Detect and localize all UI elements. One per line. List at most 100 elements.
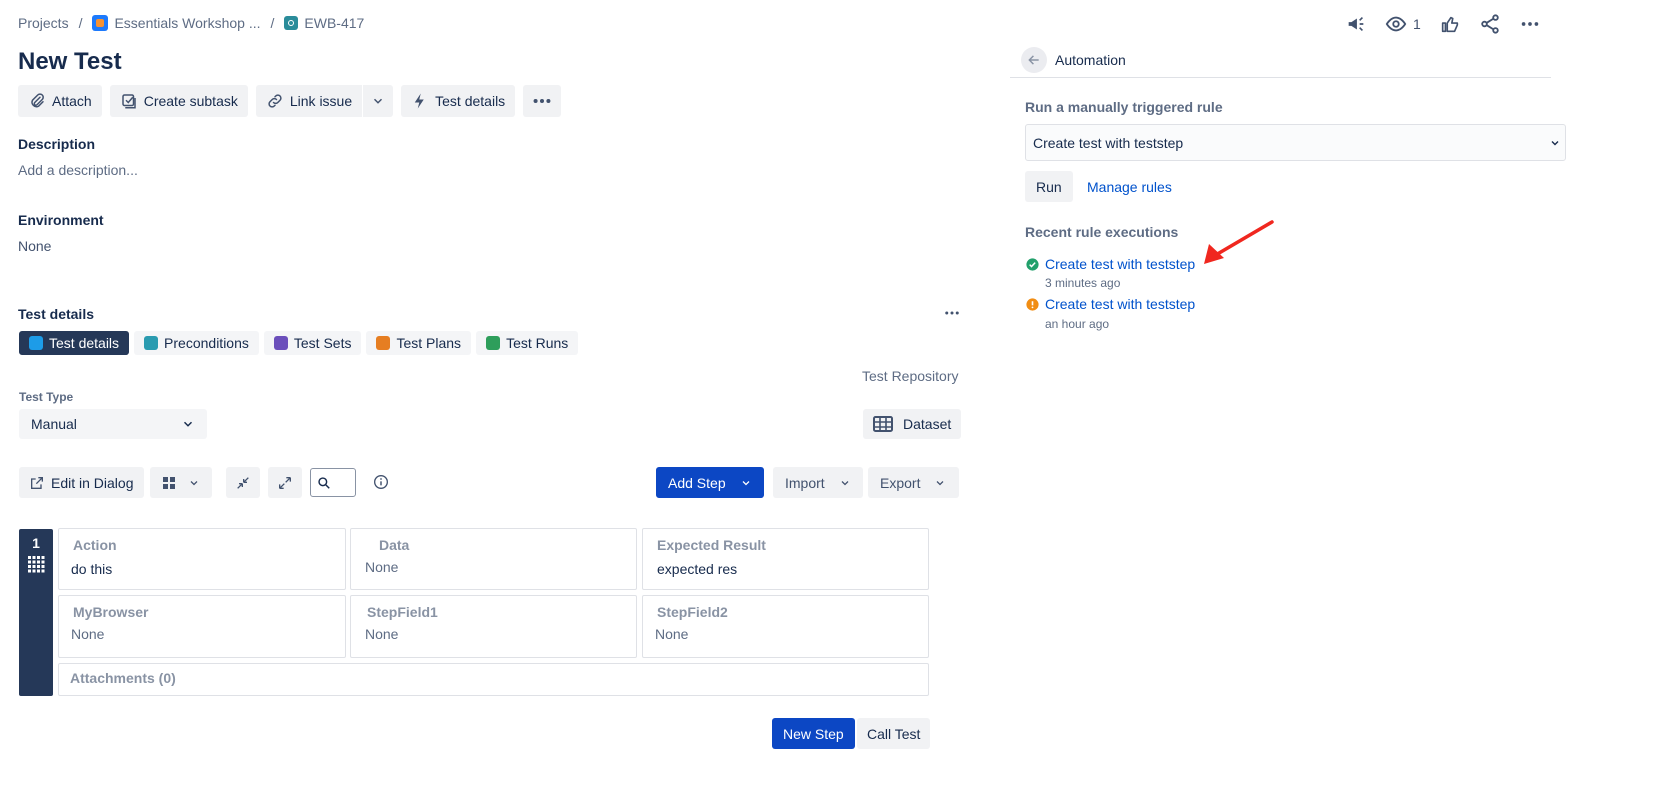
create-subtask-button[interactable]: Create subtask bbox=[109, 85, 248, 117]
description-field[interactable]: Add a description... bbox=[18, 162, 138, 178]
step-data-cell[interactable]: Data None bbox=[350, 528, 637, 590]
tab-test-sets[interactable]: Test Sets bbox=[263, 331, 362, 355]
tab-test-plans[interactable]: Test Plans bbox=[366, 331, 472, 355]
mybrowser-value: None bbox=[71, 626, 105, 642]
grid-icon bbox=[163, 476, 175, 489]
step-drag-handle[interactable]: 1 bbox=[19, 529, 53, 696]
execution-link[interactable]: Create test with teststep bbox=[1045, 256, 1195, 272]
more-icon bbox=[533, 98, 551, 104]
tab-label: Preconditions bbox=[164, 335, 249, 351]
test-type-label: Test Type bbox=[19, 390, 74, 404]
environment-value[interactable]: None bbox=[18, 238, 51, 254]
chevron-down-icon bbox=[937, 480, 944, 485]
stepfield1-value: None bbox=[365, 626, 399, 642]
automation-title: Automation bbox=[1055, 52, 1126, 68]
expected-label: Expected Result bbox=[657, 537, 766, 553]
tab-preconditions[interactable]: Preconditions bbox=[134, 331, 259, 355]
breadcrumb-project[interactable]: Essentials Workshop ... bbox=[92, 15, 261, 31]
collapse-icon bbox=[237, 476, 249, 489]
action-value: do this bbox=[71, 561, 113, 577]
step-mybrowser-cell[interactable]: MyBrowser None bbox=[58, 595, 346, 658]
execution-time: 3 minutes ago bbox=[1045, 276, 1121, 290]
export-label: Export bbox=[880, 474, 921, 491]
link-issue-dropdown[interactable] bbox=[363, 85, 394, 117]
recent-executions-label: Recent rule executions bbox=[1025, 224, 1179, 240]
run-rule-button[interactable]: Run bbox=[1025, 171, 1073, 202]
test-details-button[interactable]: Test details bbox=[401, 85, 516, 117]
call-test-button[interactable]: Call Test bbox=[857, 718, 931, 749]
external-link-icon bbox=[31, 476, 43, 489]
step-stepfield1-cell[interactable]: StepField1 None bbox=[350, 595, 637, 658]
step-action-cell[interactable]: Action do this bbox=[58, 528, 346, 590]
rule-select-value: Create test with teststep bbox=[1033, 134, 1184, 151]
warning-status-icon bbox=[1026, 298, 1039, 311]
chevron-down-icon bbox=[841, 480, 849, 485]
step-stepfield2-cell[interactable]: StepField2 None bbox=[642, 595, 929, 658]
eye-icon bbox=[1385, 16, 1407, 32]
search-icon bbox=[318, 476, 330, 489]
project-icon bbox=[92, 15, 109, 31]
breadcrumb-project-label: Essentials Workshop ... bbox=[114, 15, 261, 31]
import-label: Import bbox=[785, 474, 825, 491]
preconditions-tab-icon bbox=[144, 336, 159, 350]
call-test-label: Call Test bbox=[867, 725, 921, 742]
paperclip-icon bbox=[31, 93, 44, 108]
more-actions-icon[interactable] bbox=[1519, 13, 1541, 35]
attach-button[interactable]: Attach bbox=[18, 85, 102, 117]
run-rule-label: Run a manually triggered rule bbox=[1025, 99, 1223, 115]
step-attachments[interactable]: Attachments (0) bbox=[58, 663, 929, 696]
expand-button[interactable] bbox=[268, 467, 302, 498]
subtask-icon bbox=[121, 94, 136, 109]
drag-grip-icon bbox=[28, 556, 45, 573]
breadcrumb-projects[interactable]: Projects bbox=[18, 15, 69, 31]
view-mode-dropdown[interactable] bbox=[150, 467, 212, 498]
tab-test-details[interactable]: Test details bbox=[19, 331, 130, 355]
environment-label: Environment bbox=[18, 212, 104, 228]
back-button[interactable] bbox=[1021, 47, 1047, 73]
rule-select[interactable]: Create test with teststep bbox=[1025, 124, 1566, 161]
chevron-down-icon bbox=[742, 480, 750, 485]
run-label: Run bbox=[1036, 178, 1062, 195]
add-step-button[interactable]: Add Step bbox=[656, 467, 764, 498]
dataset-button[interactable]: Dataset bbox=[863, 409, 962, 439]
new-step-button[interactable]: New Step bbox=[772, 718, 855, 749]
test-details-more-icon[interactable] bbox=[943, 304, 961, 322]
create-subtask-label: Create subtask bbox=[143, 93, 238, 109]
issue-title[interactable]: New Test bbox=[18, 48, 122, 76]
mybrowser-label: MyBrowser bbox=[73, 604, 149, 620]
tab-label: Test Sets bbox=[293, 335, 352, 351]
watch-button[interactable]: 1 bbox=[1385, 13, 1421, 35]
link-issue-button[interactable]: Link issue bbox=[255, 85, 363, 117]
dataset-label: Dataset bbox=[903, 416, 952, 432]
breadcrumb-issue-label: EWB-417 bbox=[304, 15, 365, 31]
test-details-tab-icon bbox=[29, 336, 43, 350]
action-label: Action bbox=[73, 537, 117, 553]
table-icon bbox=[873, 416, 893, 432]
manage-rules-link[interactable]: Manage rules bbox=[1087, 179, 1172, 195]
import-button[interactable]: Import bbox=[773, 467, 863, 498]
breadcrumb-separator: / bbox=[270, 15, 275, 31]
breadcrumb-issue[interactable]: EWB-417 bbox=[284, 15, 364, 31]
edit-in-dialog-button[interactable]: Edit in Dialog bbox=[19, 467, 144, 498]
share-icon[interactable] bbox=[1479, 13, 1501, 35]
info-icon[interactable] bbox=[373, 474, 389, 490]
more-actions-button[interactable] bbox=[523, 85, 562, 117]
add-step-label: Add Step bbox=[668, 474, 726, 491]
expand-icon bbox=[279, 476, 291, 489]
attachments-label: Attachments (0) bbox=[70, 670, 176, 686]
tab-test-runs[interactable]: Test Runs bbox=[476, 331, 579, 355]
announcement-icon[interactable] bbox=[1345, 13, 1367, 35]
breadcrumb: Projects / Essentials Workshop ... / EWB… bbox=[18, 15, 364, 31]
export-button[interactable]: Export bbox=[868, 467, 959, 498]
collapse-button[interactable] bbox=[226, 467, 260, 498]
link-issue-group: Link issue bbox=[255, 85, 394, 117]
test-repository-link[interactable]: Test Repository bbox=[862, 368, 958, 384]
stepfield2-label: StepField2 bbox=[657, 604, 728, 620]
like-icon[interactable] bbox=[1439, 13, 1461, 35]
step-expected-cell[interactable]: Expected Result expected res bbox=[642, 528, 929, 590]
lightning-icon bbox=[414, 93, 424, 109]
step-search-input[interactable] bbox=[310, 468, 356, 497]
execution-link[interactable]: Create test with teststep bbox=[1045, 296, 1195, 312]
description-label: Description bbox=[18, 136, 96, 152]
test-type-select[interactable]: Manual bbox=[19, 409, 207, 439]
